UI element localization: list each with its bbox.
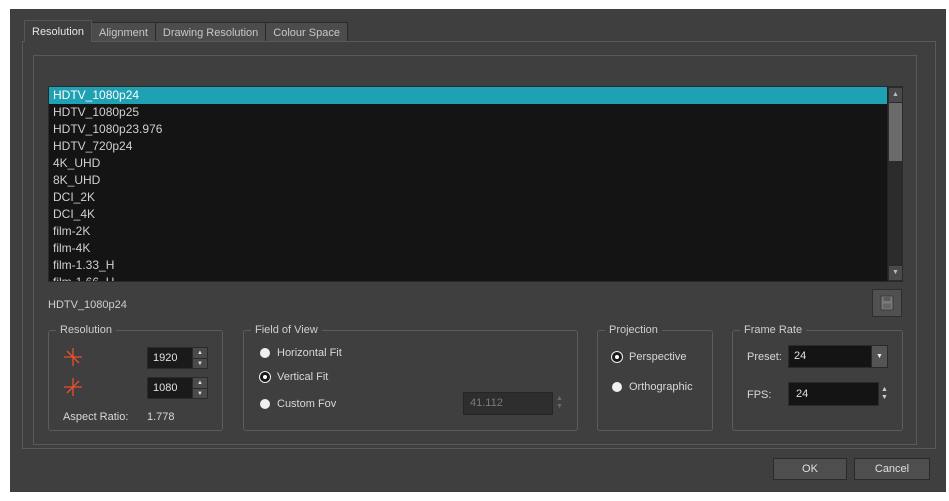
preset-label: Preset: (747, 351, 782, 363)
list-item[interactable]: film-1.66_H (49, 274, 887, 281)
resolution-tab-panel: HDTV_1080p24 HDTV_1080p25 HDTV_1080p23.976… (22, 41, 936, 449)
scrollbar-thumb[interactable] (889, 103, 902, 161)
list-item[interactable]: DCI_2K (49, 189, 887, 206)
height-decrement-icon[interactable]: ▼ (193, 389, 207, 399)
fov-option-custom-fov[interactable]: Custom Fov (260, 398, 336, 410)
projection-option-orthographic[interactable]: Orthographic (612, 381, 693, 393)
projection-group: Projection Perspective Orthographic (597, 323, 713, 431)
height-input[interactable]: 1080 (147, 377, 193, 399)
chevron-down-icon[interactable]: ▼ (872, 345, 888, 368)
frame-rate-preset-value[interactable]: 24 (788, 345, 872, 368)
resolution-group: Resolution 1920 ▲ ▼ 1080 ▲ ▼ Aspect Rati… (48, 323, 223, 431)
fps-label: FPS: (747, 389, 772, 401)
list-item[interactable]: film-4K (49, 240, 887, 257)
cancel-button[interactable]: Cancel (854, 458, 930, 480)
tab-bar: Resolution Alignment Drawing Resolution … (24, 20, 348, 42)
field-of-view-group-title: Field of View (251, 323, 322, 337)
frame-rate-preset-dropdown[interactable]: 24 ▼ (788, 345, 888, 368)
list-item[interactable]: HDTV_720p24 (49, 138, 887, 155)
fps-spin-icon[interactable]: ▲ ▼ (881, 386, 888, 402)
custom-fov-spin-icon[interactable]: ▲ ▼ (556, 395, 563, 411)
preset-list[interactable]: HDTV_1080p24 HDTV_1080p25 HDTV_1080p23.976… (48, 86, 903, 282)
tab-alignment[interactable]: Alignment (90, 22, 156, 42)
radio-unchecked-icon[interactable] (612, 382, 622, 392)
resolution-group-title: Resolution (56, 323, 116, 337)
resolution-content: HDTV_1080p24 HDTV_1080p25 HDTV_1080p23.976… (33, 55, 917, 445)
tab-colour-space[interactable]: Colour Space (265, 22, 348, 42)
radio-unchecked-icon[interactable] (260, 399, 270, 409)
fov-option-vertical-fit[interactable]: Vertical Fit (260, 371, 328, 383)
projection-option-label: Perspective (629, 351, 687, 363)
tab-drawing-resolution[interactable]: Drawing Resolution (154, 22, 267, 42)
projection-group-title: Projection (605, 323, 662, 337)
list-item[interactable]: film-1.33_H (49, 257, 887, 274)
list-item[interactable]: HDTV_1080p23.976 (49, 121, 887, 138)
scene-settings-dialog: Resolution Alignment Drawing Resolution … (10, 9, 946, 492)
fov-option-horizontal-fit[interactable]: Horizontal Fit (260, 347, 342, 359)
width-increment-icon[interactable]: ▲ (193, 348, 207, 359)
width-resolution-cross-icon (64, 348, 82, 366)
radio-unchecked-icon[interactable] (260, 348, 270, 358)
aspect-ratio-value: 1.778 (147, 411, 175, 423)
list-item[interactable]: 8K_UHD (49, 172, 887, 189)
ok-button[interactable]: OK (773, 458, 847, 480)
save-disk-icon (880, 295, 894, 311)
radio-checked-icon[interactable] (612, 352, 622, 362)
fov-option-label: Vertical Fit (277, 371, 329, 383)
fov-option-label: Horizontal Fit (277, 347, 342, 359)
height-stepper[interactable]: 1080 ▲ ▼ (147, 377, 208, 399)
projection-option-label: Orthographic (629, 381, 693, 393)
list-item[interactable]: 4K_UHD (49, 155, 887, 172)
scroll-down-arrow-icon[interactable]: ▼ (889, 266, 902, 280)
selected-preset-name: HDTV_1080p24 (48, 299, 127, 311)
frame-rate-group-title: Frame Rate (740, 323, 807, 337)
width-decrement-icon[interactable]: ▼ (193, 359, 207, 369)
height-resolution-cross-icon (64, 378, 82, 396)
projection-option-perspective[interactable]: Perspective (612, 351, 686, 363)
frame-rate-group: Frame Rate Preset: 24 ▼ FPS: 24 ▲ ▼ (732, 323, 903, 431)
scroll-up-arrow-icon[interactable]: ▲ (889, 88, 902, 102)
preset-list-items: HDTV_1080p24 HDTV_1080p25 HDTV_1080p23.976… (49, 87, 887, 281)
list-item[interactable]: HDTV_1080p25 (49, 104, 887, 121)
list-item[interactable]: DCI_4K (49, 206, 887, 223)
fov-option-label: Custom Fov (277, 398, 337, 410)
field-of-view-group: Field of View Horizontal Fit Vertical Fi… (243, 323, 578, 431)
height-increment-icon[interactable]: ▲ (193, 378, 207, 389)
list-item[interactable]: HDTV_1080p24 (49, 87, 887, 104)
tab-resolution[interactable]: Resolution (24, 20, 92, 42)
custom-fov-input[interactable]: 41.112 (463, 392, 553, 415)
width-stepper[interactable]: 1920 ▲ ▼ (147, 347, 208, 369)
fps-input[interactable]: 24 (788, 382, 879, 406)
width-input[interactable]: 1920 (147, 347, 193, 369)
list-item[interactable]: film-2K (49, 223, 887, 240)
radio-checked-icon[interactable] (260, 372, 270, 382)
save-preset-button[interactable] (872, 289, 902, 317)
aspect-ratio-label: Aspect Ratio: (63, 411, 129, 423)
preset-list-scrollbar[interactable]: ▲ ▼ (887, 87, 902, 281)
